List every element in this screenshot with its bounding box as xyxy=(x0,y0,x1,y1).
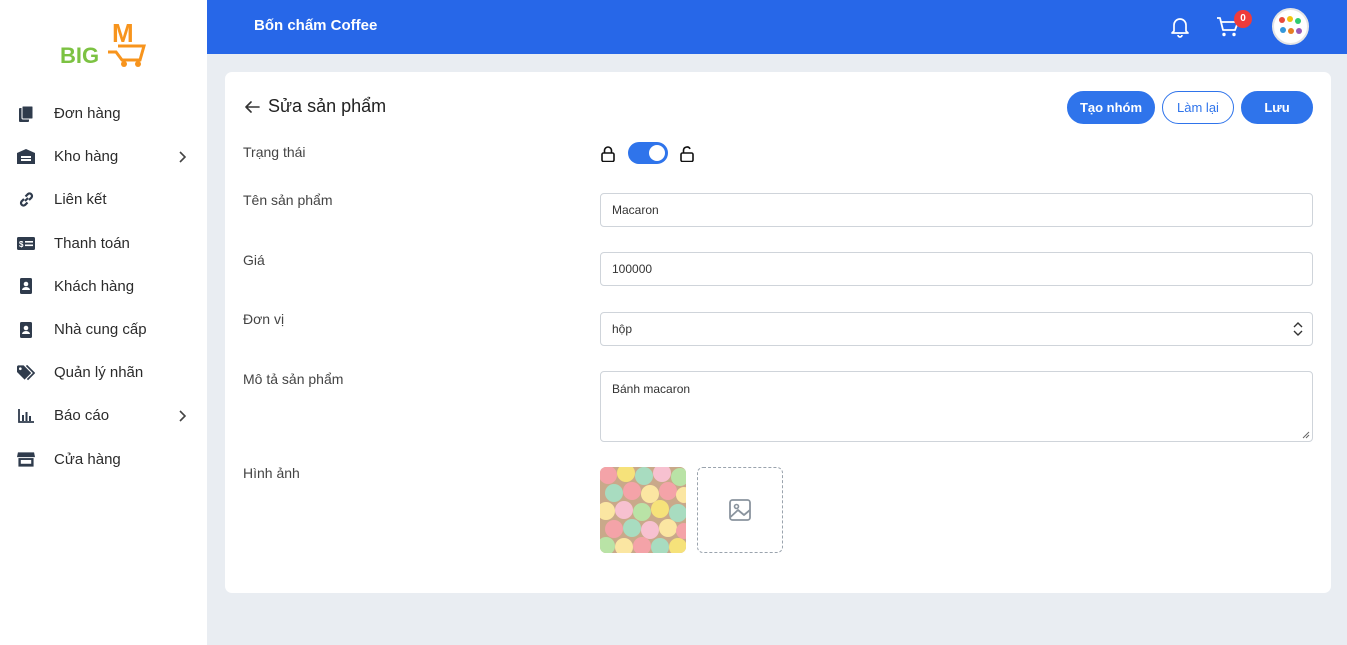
sidebar-item-label: Cửa hàng xyxy=(54,450,121,468)
product-name-input[interactable]: Macaron xyxy=(600,193,1313,227)
sidebar-item-store[interactable]: Cửa hàng xyxy=(0,438,207,481)
sidebar-item-label: Thanh toán xyxy=(54,234,130,252)
description-value: Bánh macaron xyxy=(612,382,691,396)
svg-text:BIG: BIG xyxy=(60,43,99,68)
toggle-knob xyxy=(649,145,665,161)
save-button[interactable]: Lưu xyxy=(1241,91,1313,124)
back-arrow-icon[interactable] xyxy=(244,99,260,115)
svg-text:$: $ xyxy=(19,240,24,249)
contact-book-icon xyxy=(17,277,35,295)
tags-icon xyxy=(17,364,35,382)
status-label: Trạng thái xyxy=(243,144,306,160)
upload-image-button[interactable] xyxy=(697,467,783,553)
product-image-thumbnail[interactable] xyxy=(600,467,686,553)
chevron-right-icon[interactable] xyxy=(176,151,188,163)
link-icon xyxy=(17,191,35,209)
edit-product-card: Sửa sản phẩm Tạo nhóm Làm lại Lưu Trạng … xyxy=(225,72,1331,593)
price-label: Giá xyxy=(243,252,265,268)
report-chart-icon xyxy=(17,407,35,425)
sidebar-item-customers[interactable]: Khách hàng xyxy=(0,265,207,308)
top-bar: Bốn chấm Coffee 0 xyxy=(207,0,1347,54)
avatar[interactable] xyxy=(1272,8,1309,45)
warehouse-icon xyxy=(17,148,35,166)
product-name-label: Tên sản phẩm xyxy=(243,192,333,208)
sidebar: BIG M Đơn hàng Kho hàng Liên kết $ Thanh… xyxy=(0,0,207,645)
sidebar-item-links[interactable]: Liên kết xyxy=(0,178,207,221)
supplier-book-icon xyxy=(17,321,35,339)
sidebar-item-label: Nhà cung cấp xyxy=(54,321,147,339)
sidebar-item-label: Quản lý nhãn xyxy=(54,364,144,382)
reset-button[interactable]: Làm lại xyxy=(1162,91,1234,124)
store-name[interactable]: Bốn chấm Coffee xyxy=(254,17,377,34)
orders-icon xyxy=(17,105,35,123)
sidebar-item-label: Đơn hàng xyxy=(54,105,121,123)
lock-open-icon xyxy=(680,146,694,162)
sidebar-item-reports[interactable]: Báo cáo xyxy=(0,394,207,437)
create-group-button[interactable]: Tạo nhóm xyxy=(1067,91,1155,124)
unit-select-value: hộp xyxy=(612,322,633,336)
sidebar-item-tags[interactable]: Quản lý nhãn xyxy=(0,351,207,394)
image-label: Hình ảnh xyxy=(243,465,300,481)
status-toggle[interactable] xyxy=(628,142,668,164)
chevron-right-icon[interactable] xyxy=(176,410,188,422)
sidebar-item-suppliers[interactable]: Nhà cung cấp xyxy=(0,308,207,351)
chevron-up-down-icon xyxy=(1293,322,1303,336)
logo[interactable]: BIG M xyxy=(58,16,150,68)
cart-count-badge: 0 xyxy=(1234,10,1252,28)
sidebar-nav: Đơn hàng Kho hàng Liên kết $ Thanh toán xyxy=(0,92,207,481)
resize-grip-icon[interactable] xyxy=(1302,431,1310,439)
price-input[interactable]: 100000 xyxy=(600,252,1313,286)
store-icon xyxy=(17,450,35,468)
svg-text:M: M xyxy=(112,18,134,48)
sidebar-item-label: Kho hàng xyxy=(54,148,119,166)
sidebar-item-orders[interactable]: Đơn hàng xyxy=(0,92,207,135)
image-icon xyxy=(729,499,751,521)
sidebar-item-payment[interactable]: $ Thanh toán xyxy=(0,222,207,265)
unit-select[interactable]: hộp xyxy=(600,312,1313,346)
bell-icon[interactable] xyxy=(1170,16,1190,38)
payment-icon: $ xyxy=(17,234,35,252)
sidebar-item-label: Liên kết xyxy=(54,191,107,209)
lock-closed-icon xyxy=(601,146,615,162)
description-label: Mô tả sản phẩm xyxy=(243,371,344,387)
description-textarea[interactable]: Bánh macaron xyxy=(600,371,1313,442)
page-title: Sửa sản phẩm xyxy=(268,96,387,116)
sidebar-item-warehouse[interactable]: Kho hàng xyxy=(0,135,207,178)
sidebar-item-label: Báo cáo xyxy=(54,407,110,425)
unit-label: Đơn vị xyxy=(243,311,285,327)
sidebar-item-label: Khách hàng xyxy=(54,277,135,295)
